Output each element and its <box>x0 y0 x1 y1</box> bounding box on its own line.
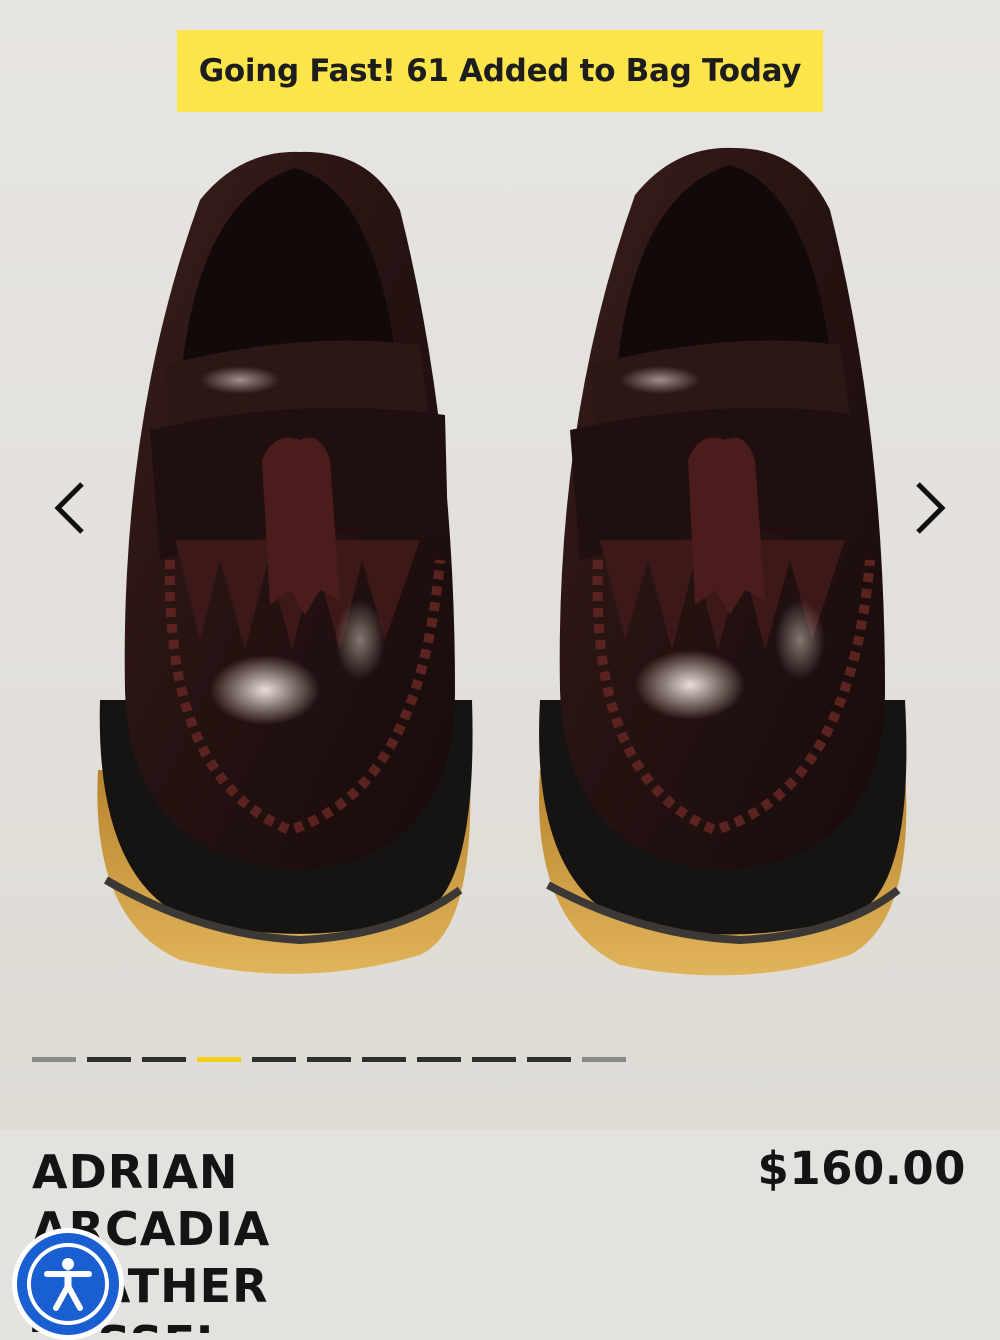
product-info: ADRIAN ARCADIA LEATHER TASSEL $160.00 <box>0 1130 1000 1333</box>
slide-dot[interactable] <box>362 1057 406 1062</box>
product-image-gallery[interactable]: Going Fast! 61 Added to Bag Today <box>0 0 1000 1130</box>
previous-image-button[interactable] <box>40 478 100 538</box>
slide-dot[interactable] <box>142 1057 186 1062</box>
slide-dot[interactable] <box>472 1057 516 1062</box>
slide-dot[interactable] <box>527 1057 571 1062</box>
next-image-button[interactable] <box>900 478 960 538</box>
slide-dot-active[interactable] <box>197 1057 241 1062</box>
going-fast-text: Going Fast! 61 Added to Bag Today <box>198 53 802 89</box>
slide-dot[interactable] <box>87 1057 131 1062</box>
product-image <box>97 147 907 976</box>
product-price: $160.00 <box>757 1142 966 1195</box>
accessibility-person-icon <box>44 1258 92 1311</box>
slide-dot[interactable] <box>252 1057 296 1062</box>
slide-dot[interactable] <box>417 1057 461 1062</box>
accessibility-button[interactable] <box>12 1228 124 1340</box>
chevron-right-icon <box>916 482 946 534</box>
right-shoe <box>539 147 907 976</box>
going-fast-badge: Going Fast! 61 Added to Bag Today <box>177 30 823 112</box>
chevron-left-icon <box>54 482 84 534</box>
slide-dot[interactable] <box>582 1057 626 1062</box>
slide-dot[interactable] <box>307 1057 351 1062</box>
left-shoe <box>97 151 473 974</box>
accessibility-ring <box>27 1243 109 1325</box>
slide-dot[interactable] <box>32 1057 76 1062</box>
slide-indicator <box>32 1057 626 1062</box>
